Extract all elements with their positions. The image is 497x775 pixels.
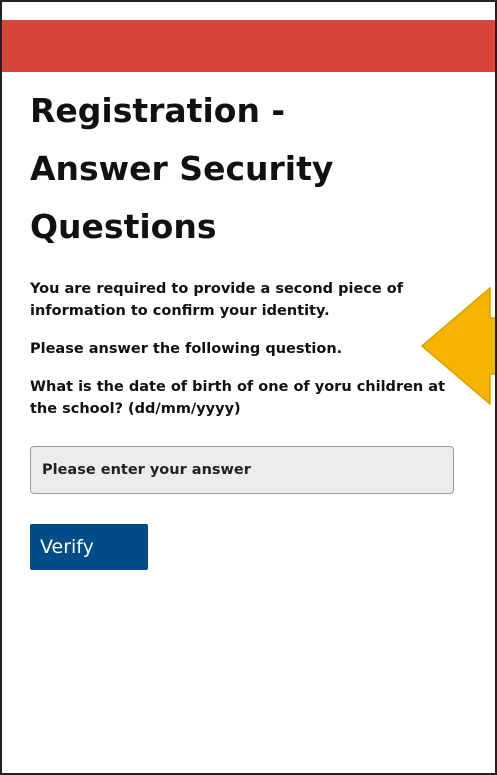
top-strip <box>2 2 495 20</box>
answer-input-placeholder: Please enter your answer <box>42 462 251 478</box>
answer-input[interactable]: Please enter your answer <box>30 446 454 494</box>
app-window: Registration - Answer Security Questions… <box>0 0 497 775</box>
left-arrow-icon <box>420 287 495 405</box>
verify-button[interactable]: Verify <box>30 524 148 570</box>
security-question: What is the date of birth of one of yoru… <box>30 379 446 417</box>
page-title: Registration - Answer Security Questions <box>30 91 334 246</box>
intro-text: You are required to provide a second pie… <box>30 281 404 319</box>
main-content: Registration - Answer Security Questions… <box>30 82 470 570</box>
header-bar <box>2 20 495 72</box>
instruction-text: Please answer the following question. <box>30 341 343 357</box>
